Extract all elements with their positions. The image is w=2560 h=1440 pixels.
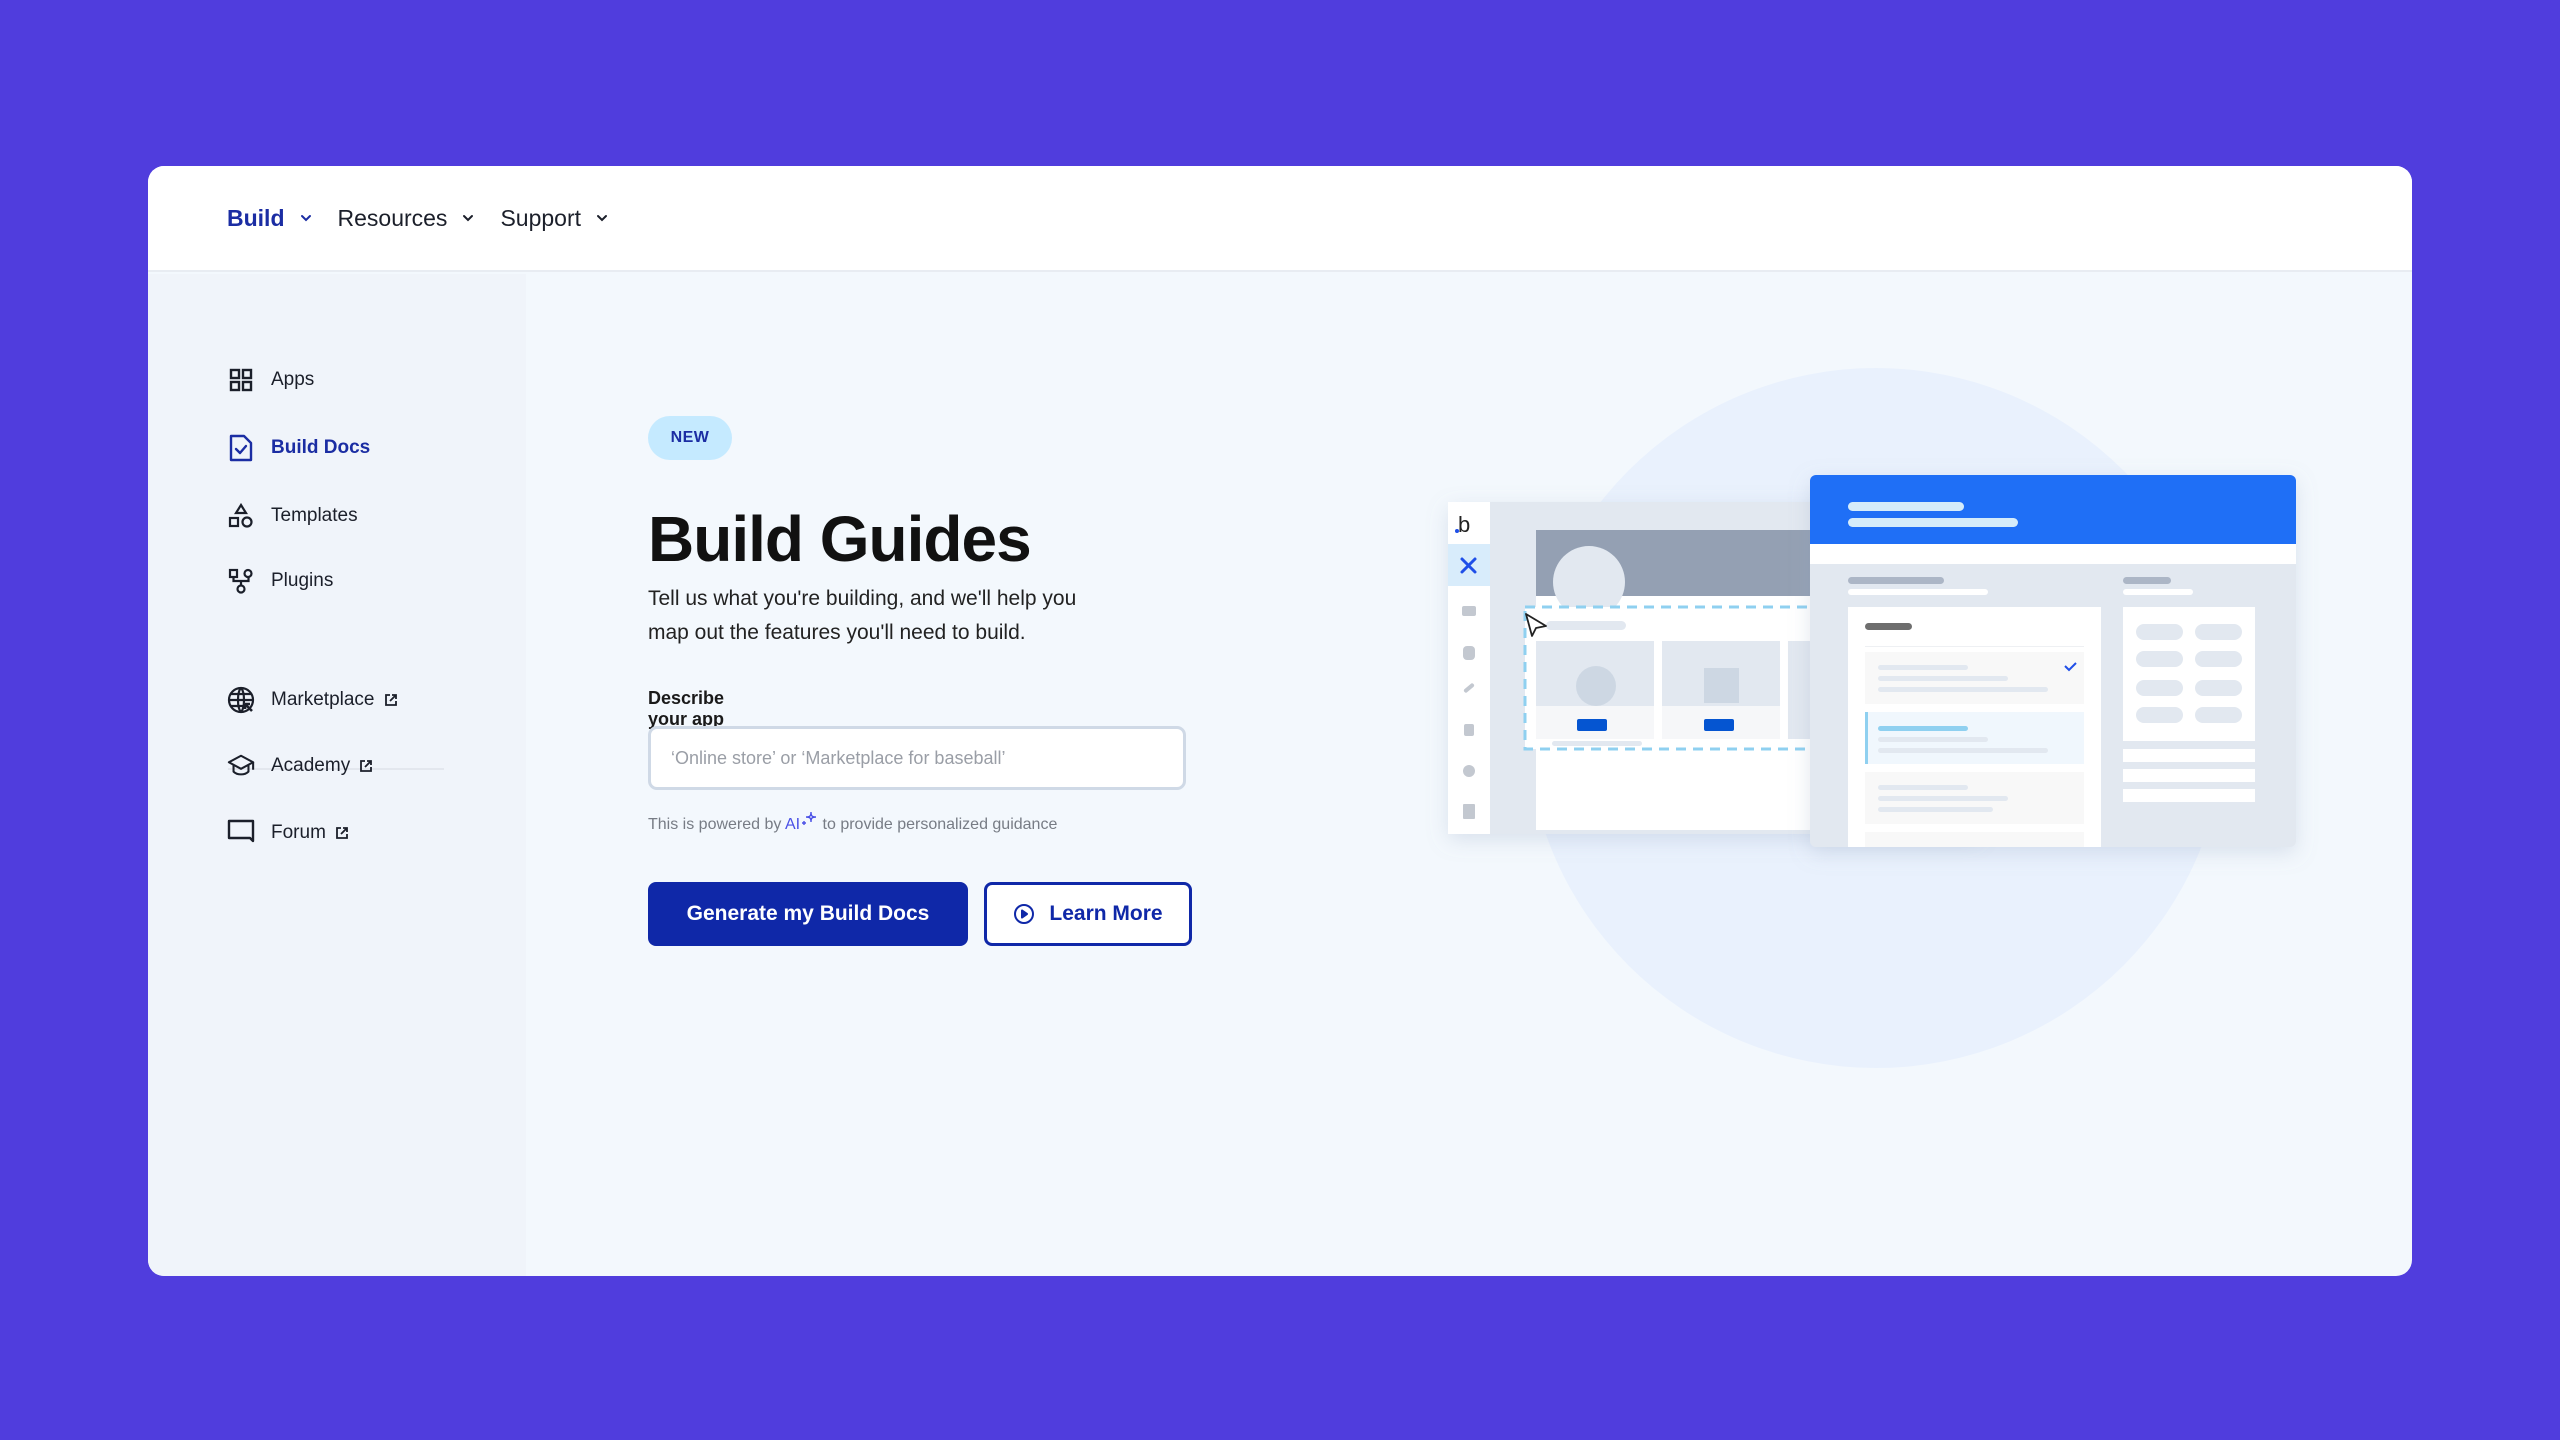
- ai-disclaimer-suffix: to provide personalized guidance: [818, 816, 1058, 833]
- nav-build[interactable]: Build: [227, 205, 313, 232]
- editor-sidebar: [1448, 502, 1490, 834]
- app-idea-input[interactable]: [648, 726, 1186, 790]
- graduation-cap-icon: [227, 752, 255, 780]
- sidebar: Apps Build Docs Templates Plugins Market…: [148, 274, 526, 1276]
- docs-mockup: [1810, 475, 2296, 847]
- card-button-placeholder: [1704, 719, 1734, 731]
- builder-logo: b: [1458, 512, 1470, 537]
- external-link-icon: [384, 694, 397, 706]
- generate-build-docs-button[interactable]: Generate my Build Docs: [648, 882, 968, 946]
- external-link-icon: [360, 760, 373, 772]
- learn-more-label: Learn More: [1049, 902, 1163, 925]
- sidebar-item-templates[interactable]: Templates: [227, 502, 358, 530]
- learn-more-button[interactable]: Learn More: [984, 882, 1192, 946]
- chevron-down-icon: [597, 215, 607, 222]
- feature-item: [1865, 772, 2084, 824]
- new-badge: NEW: [648, 416, 732, 460]
- selected-section: [1523, 605, 1987, 751]
- globe-icon: [227, 686, 255, 714]
- design-pencil-ruler-icon: [1460, 557, 1477, 574]
- design-tab-active: [1448, 544, 1490, 586]
- feature-item: [1865, 832, 2084, 847]
- sidebar-item-build-docs[interactable]: Build Docs: [227, 434, 370, 462]
- avatar-placeholder: [1553, 546, 1625, 618]
- chevron-down-icon: [300, 215, 311, 222]
- sidebar-item-label: Plugins: [271, 570, 334, 591]
- sitemap-icon: [1462, 606, 1476, 616]
- page-title: Build Guides: [648, 503, 1032, 575]
- sidebar-item-forum[interactable]: Forum: [227, 819, 349, 847]
- play-circle-icon: [1014, 904, 1035, 924]
- top-navigation: Build Resources Support: [148, 166, 2412, 272]
- apps-grid-icon: [227, 366, 255, 394]
- ai-disclaimer: This is powered by AI to provide persona…: [648, 811, 1058, 834]
- nav-resources-label: Resources: [337, 204, 448, 231]
- feature-item-highlighted: [1865, 712, 2084, 764]
- shapes-icon: [227, 502, 255, 530]
- sidebar-item-label: Academy: [271, 755, 351, 776]
- checkmark-icon: [2064, 662, 2077, 672]
- nav-build-label: Build: [227, 204, 285, 231]
- settings-gear-icon: [1463, 765, 1475, 777]
- sidebar-item-label: Marketplace: [271, 689, 375, 710]
- main-card: Build Resources Support Apps Build Docs: [148, 166, 2412, 1276]
- page-subtitle: Tell us what you're building, and we'll …: [648, 587, 1077, 644]
- document-check-icon: [227, 434, 255, 462]
- sidebar-item-label: Apps: [271, 369, 315, 390]
- feature-list-panel: [1848, 607, 2101, 847]
- sidebar-item-plugins[interactable]: Plugins: [227, 567, 333, 595]
- card-button-placeholder: [1577, 719, 1607, 731]
- database-icon: [1463, 646, 1475, 660]
- sidebar-item-label: Build Docs: [271, 437, 371, 458]
- plug-icon: [1464, 724, 1474, 736]
- ai-label: AI: [784, 816, 801, 833]
- nav-resources[interactable]: Resources: [338, 205, 476, 232]
- feature-item-checked: [1865, 652, 2084, 704]
- cursor-arrow-icon: [1525, 613, 1547, 637]
- sidebar-item-apps[interactable]: Apps: [227, 366, 314, 394]
- sidebar-item-academy[interactable]: Academy: [227, 752, 373, 780]
- tags-panel: [2123, 607, 2255, 741]
- background-circle: [1526, 368, 2226, 1068]
- sidebar-item-label: Forum: [271, 822, 326, 843]
- header-banner-placeholder: [1536, 530, 1996, 596]
- sparkle-icon: [802, 811, 817, 825]
- nav-support[interactable]: Support: [500, 205, 609, 232]
- brush-icon: [1463, 683, 1475, 693]
- docs-header: [1810, 475, 2296, 544]
- chat-bubble-icon: [227, 819, 255, 847]
- document-icon: [1463, 804, 1475, 819]
- plugin-icon: [227, 567, 255, 595]
- nav-support-label: Support: [500, 204, 581, 231]
- ai-disclaimer-prefix: This is powered by: [648, 816, 785, 833]
- chevron-down-icon: [463, 215, 474, 222]
- external-link-icon: [336, 827, 348, 839]
- sidebar-item-label: Templates: [271, 505, 358, 526]
- editor-mockup: [1448, 502, 1978, 834]
- sidebar-item-marketplace[interactable]: Marketplace: [227, 686, 398, 714]
